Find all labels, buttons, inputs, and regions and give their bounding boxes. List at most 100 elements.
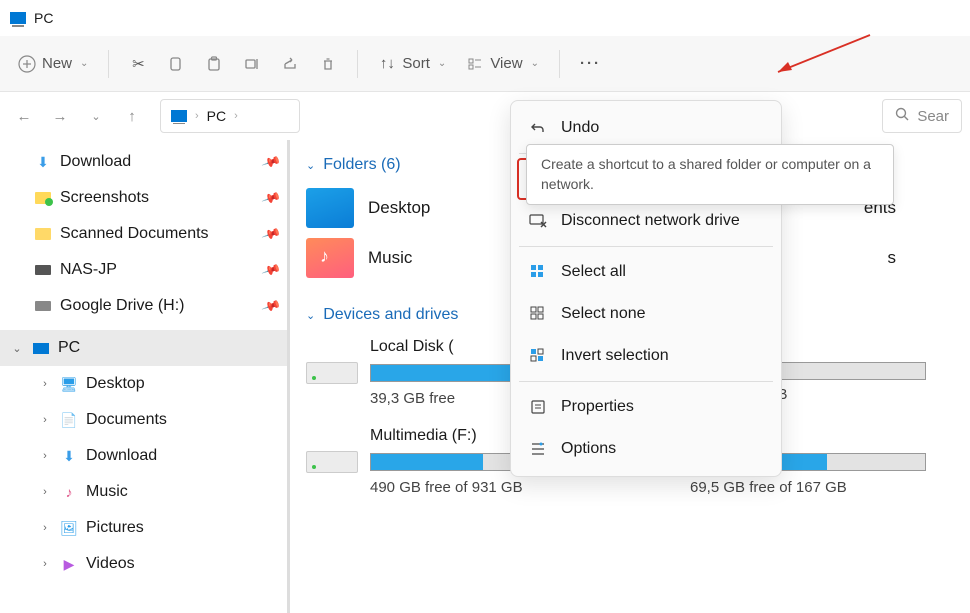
new-label: New xyxy=(42,55,72,72)
search-icon xyxy=(895,107,909,125)
menu-disconnect-network-drive[interactable]: Disconnect network drive xyxy=(517,200,775,242)
menu-label: Properties xyxy=(561,398,634,416)
new-button[interactable]: New ⌄ xyxy=(8,49,98,79)
separator xyxy=(519,246,773,247)
menu-label: Options xyxy=(561,440,616,458)
rename-icon xyxy=(243,55,261,73)
view-icon xyxy=(466,55,484,73)
tooltip-text: Create a shortcut to a shared folder or … xyxy=(541,156,871,192)
sort-button[interactable]: ↑↓ Sort ⌄ xyxy=(368,49,456,79)
nav-bar: ← → ⌄ ↑ › PC › Sear xyxy=(0,92,970,140)
sidebar-item-scanned-documents[interactable]: Scanned Documents 📌 xyxy=(0,216,287,252)
toolbar: New ⌄ ✂ ↑↓ Sort ⌄ View ⌄ ··· xyxy=(0,36,970,92)
sidebar-item-download[interactable]: ⬇ Download 📌 xyxy=(0,144,287,180)
chevron-down-icon: ⌄ xyxy=(80,58,88,69)
menu-undo[interactable]: Undo xyxy=(517,107,775,149)
menu-select-none[interactable]: Select none xyxy=(517,293,775,335)
pin-icon: 📌 xyxy=(260,188,279,208)
sidebar-item-pc[interactable]: ⌄ PC xyxy=(0,330,287,366)
select-all-icon xyxy=(529,263,547,281)
menu-label: Disconnect network drive xyxy=(561,212,740,230)
properties-icon xyxy=(529,398,547,416)
drive-free-text: 69,5 GB free of 167 GB xyxy=(690,479,926,496)
folder-icon xyxy=(34,225,52,243)
separator xyxy=(519,381,773,382)
pc-icon xyxy=(10,12,26,24)
chevron-down-icon: ⌄ xyxy=(531,58,539,69)
delete-button[interactable] xyxy=(309,49,347,79)
chevron-right-icon[interactable]: › xyxy=(38,558,52,570)
window-title: PC xyxy=(34,10,53,26)
download-icon: ⬇ xyxy=(60,447,78,465)
plus-icon xyxy=(18,55,36,73)
folder-icon xyxy=(306,238,354,278)
folders-header-label: Folders (6) xyxy=(323,156,400,174)
chevron-down-icon: ⌄ xyxy=(306,309,315,322)
view-label: View xyxy=(490,55,522,72)
desktop-icon: 🖥 xyxy=(60,375,78,393)
more-button[interactable]: ··· xyxy=(570,49,611,78)
menu-select-all[interactable]: Select all xyxy=(517,251,775,293)
back-button[interactable]: ← xyxy=(8,100,40,132)
search-placeholder: Sear xyxy=(917,108,949,125)
sidebar-item-desktop[interactable]: › 🖥 Desktop xyxy=(0,366,287,402)
sidebar-item-music[interactable]: › ♪ Music xyxy=(0,474,287,510)
chevron-down-icon: ⌄ xyxy=(438,58,446,69)
sidebar-item-documents[interactable]: › 📄 Documents xyxy=(0,402,287,438)
folder-icon xyxy=(34,189,52,207)
copy-icon xyxy=(167,55,185,73)
forward-button[interactable]: → xyxy=(44,100,76,132)
chevron-right-icon: › xyxy=(195,110,199,122)
sidebar-item-download[interactable]: › ⬇ Download xyxy=(0,438,287,474)
chevron-down-icon[interactable]: ⌄ xyxy=(10,342,24,355)
chevron-right-icon[interactable]: › xyxy=(38,414,52,426)
folder-label: Desktop xyxy=(368,198,430,218)
menu-label: Select all xyxy=(561,263,626,281)
chevron-right-icon[interactable]: › xyxy=(38,378,52,390)
share-button[interactable] xyxy=(271,49,309,79)
drives-header-label: Devices and drives xyxy=(323,306,458,324)
chevron-right-icon[interactable]: › xyxy=(38,486,52,498)
videos-icon: ▶ xyxy=(60,555,78,573)
folder-label: Music xyxy=(368,248,412,268)
copy-button[interactable] xyxy=(157,49,195,79)
drive-free-text: 490 GB free of 931 GB xyxy=(370,479,606,496)
cut-icon: ✂ xyxy=(129,55,147,73)
sidebar-item-google-drive[interactable]: Google Drive (H:) 📌 xyxy=(0,288,287,324)
breadcrumb[interactable]: › PC › xyxy=(160,99,300,133)
title-bar: PC xyxy=(0,0,970,36)
documents-icon: 📄 xyxy=(60,411,78,429)
breadcrumb-segment[interactable]: PC xyxy=(207,108,226,124)
menu-properties[interactable]: Properties xyxy=(517,386,775,428)
invert-icon xyxy=(529,347,547,365)
drive-icon xyxy=(34,297,52,315)
search-input[interactable]: Sear xyxy=(882,99,962,133)
pin-icon: 📌 xyxy=(260,260,279,280)
undo-icon xyxy=(529,119,547,137)
folder-icon xyxy=(306,188,354,228)
nas-icon xyxy=(34,261,52,279)
recent-button[interactable]: ⌄ xyxy=(80,100,112,132)
sidebar-item-videos[interactable]: › ▶ Videos xyxy=(0,546,287,582)
cut-button[interactable]: ✂ xyxy=(119,49,157,79)
view-button[interactable]: View ⌄ xyxy=(456,49,549,79)
sort-label: Sort xyxy=(402,55,430,72)
chevron-right-icon: › xyxy=(234,110,238,122)
menu-invert-selection[interactable]: Invert selection xyxy=(517,335,775,377)
up-button[interactable]: ↑ xyxy=(116,100,148,132)
sidebar: ⬇ Download 📌 Screenshots 📌 Scanned Docum… xyxy=(0,140,290,613)
chevron-down-icon: ⌄ xyxy=(306,159,315,172)
paste-button[interactable] xyxy=(195,49,233,79)
chevron-right-icon[interactable]: › xyxy=(38,450,52,462)
chevron-right-icon[interactable]: › xyxy=(38,522,52,534)
trash-icon xyxy=(319,55,337,73)
drive-icon xyxy=(306,451,358,473)
share-icon xyxy=(281,55,299,73)
disconnect-drive-icon xyxy=(529,212,547,230)
sidebar-item-nas[interactable]: NAS-JP 📌 xyxy=(0,252,287,288)
rename-button[interactable] xyxy=(233,49,271,79)
menu-label: Undo xyxy=(561,119,599,137)
sidebar-item-pictures[interactable]: › 🖼 Pictures xyxy=(0,510,287,546)
menu-options[interactable]: Options xyxy=(517,428,775,470)
sidebar-item-screenshots[interactable]: Screenshots 📌 xyxy=(0,180,287,216)
